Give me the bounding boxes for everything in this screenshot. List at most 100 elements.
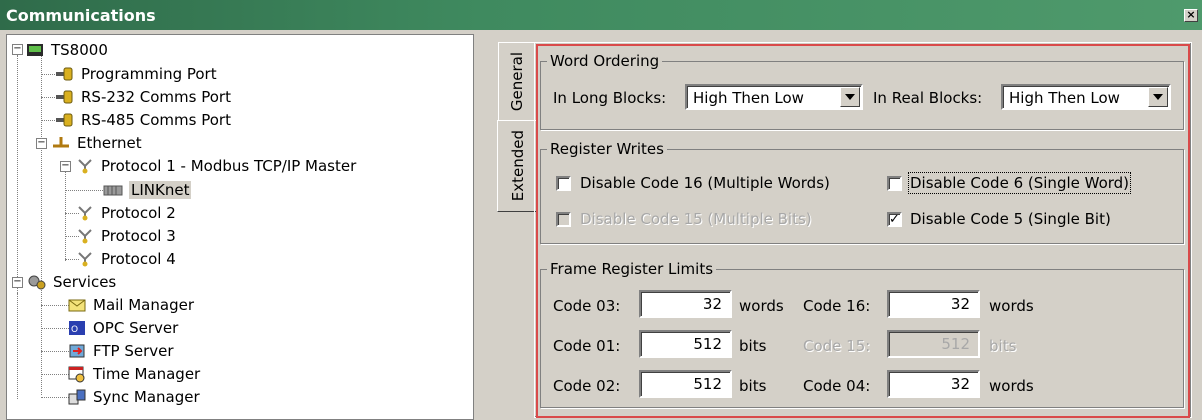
code01-unit: bits xyxy=(739,337,767,355)
tree-line xyxy=(65,190,105,191)
gears-icon xyxy=(27,273,47,291)
tab-label: Extended xyxy=(508,130,527,202)
tree-item-protocol-4[interactable]: Protocol 4 xyxy=(75,248,176,270)
code04-unit: words xyxy=(989,377,1034,395)
code15-unit: bits xyxy=(989,337,1017,355)
long-blocks-label: In Long Blocks: xyxy=(553,89,667,107)
tree-item-opc-server[interactable]: O OPC Server xyxy=(67,317,178,339)
tree-item-protocol-3[interactable]: Protocol 3 xyxy=(75,225,176,247)
disable-code5-checkbox[interactable]: ✓ xyxy=(887,212,902,227)
tree-label: Ethernet xyxy=(77,134,142,152)
disable-code16-label[interactable]: Disable Code 16 (Multiple Words) xyxy=(580,174,830,192)
tree-label: Sync Manager xyxy=(93,388,200,406)
tree-item-sync-manager[interactable]: Sync Manager xyxy=(67,386,200,408)
register-writes-group: Register Writes xyxy=(540,140,1184,244)
tree-label: RS-232 Comms Port xyxy=(81,88,231,106)
tree-label: Mail Manager xyxy=(93,296,194,314)
tree-item-rs232[interactable]: RS-232 Comms Port xyxy=(55,86,231,108)
tree-label: Time Manager xyxy=(93,365,201,383)
code02-input[interactable]: 512 xyxy=(639,370,732,398)
tree-line xyxy=(41,374,69,375)
code16-label: Code 16: xyxy=(803,297,871,315)
code04-label: Code 04: xyxy=(803,377,871,395)
tree-line xyxy=(41,397,69,398)
disable-code5-label[interactable]: Disable Code 5 (Single Bit) xyxy=(910,210,1111,228)
real-blocks-select[interactable]: High Then Low xyxy=(1001,84,1171,110)
expander-root[interactable]: − xyxy=(12,44,23,55)
tree-item-programming-port[interactable]: Programming Port xyxy=(55,63,217,85)
tree-item-linknet[interactable]: LINKnet xyxy=(103,179,192,201)
tree-label: LINKnet xyxy=(129,181,192,199)
tree-item-ts8000[interactable]: TS8000 xyxy=(25,39,108,61)
protocol-icon xyxy=(75,250,95,268)
tree-label: Protocol 2 xyxy=(101,204,176,222)
chevron-down-icon[interactable] xyxy=(1148,87,1168,107)
tree-label: RS-485 Comms Port xyxy=(81,111,231,129)
protocol-icon xyxy=(75,204,95,222)
disable-code6-label[interactable]: Disable Code 6 (Single Word) xyxy=(907,172,1132,194)
tree-label: TS8000 xyxy=(51,41,108,59)
tree-item-ftp-server[interactable]: FTP Server xyxy=(67,340,174,362)
tree-label: Programming Port xyxy=(81,65,217,83)
tree-line xyxy=(41,351,69,352)
port-icon xyxy=(55,111,75,129)
code15-label: Code 15: xyxy=(803,337,871,355)
code16-input[interactable]: 32 xyxy=(887,290,980,318)
tree-label: Protocol 1 - Modbus TCP/IP Master xyxy=(101,157,357,175)
sync-icon xyxy=(67,388,87,406)
ftp-server-icon xyxy=(67,342,87,360)
port-icon xyxy=(55,88,75,106)
tree-label: OPC Server xyxy=(93,319,179,337)
code03-input[interactable]: 32 xyxy=(639,290,732,318)
long-blocks-select[interactable]: High Then Low xyxy=(685,84,863,110)
real-blocks-label: In Real Blocks: xyxy=(873,89,983,107)
code16-unit: words xyxy=(989,297,1034,315)
tree-item-ethernet[interactable]: Ethernet xyxy=(51,132,142,154)
code01-label: Code 01: xyxy=(553,337,621,355)
disable-code16-checkbox[interactable] xyxy=(556,176,571,191)
tree-item-time-manager[interactable]: Time Manager xyxy=(67,363,200,385)
tab-label: General xyxy=(507,52,526,112)
protocol-icon xyxy=(75,157,95,175)
block-icon xyxy=(103,181,123,199)
code15-input: 512 xyxy=(887,330,980,358)
tree-label: Protocol 4 xyxy=(101,250,176,268)
expander-services[interactable]: − xyxy=(12,277,23,288)
expander-ethernet[interactable]: − xyxy=(36,138,47,149)
tree-line xyxy=(41,328,69,329)
network-icon xyxy=(51,134,71,152)
select-value: High Then Low xyxy=(1009,89,1120,107)
opc-server-icon: O xyxy=(67,319,87,337)
device-tree[interactable]: − TS8000 Programming Port RS-232 Comms P… xyxy=(6,34,474,420)
tab-general[interactable]: General xyxy=(498,42,534,122)
svg-text:O: O xyxy=(71,325,78,335)
port-icon xyxy=(55,65,75,83)
group-legend: Register Writes xyxy=(550,140,664,158)
tree-item-mail-manager[interactable]: Mail Manager xyxy=(67,294,194,316)
tree-line xyxy=(41,305,69,306)
chevron-down-icon[interactable] xyxy=(840,87,860,107)
code03-label: Code 03: xyxy=(553,297,621,315)
close-button[interactable]: × xyxy=(1184,9,1198,22)
tree-line xyxy=(17,293,18,399)
code01-input[interactable]: 512 xyxy=(639,330,732,358)
group-legend: Frame Register Limits xyxy=(550,260,714,278)
disable-code15-checkbox xyxy=(556,212,571,227)
expander-protocol1[interactable]: − xyxy=(60,161,71,172)
tree-item-protocol-2[interactable]: Protocol 2 xyxy=(75,202,176,224)
tree-label: FTP Server xyxy=(93,342,174,360)
tree-item-rs485[interactable]: RS-485 Comms Port xyxy=(55,109,231,131)
tree-item-services[interactable]: Services xyxy=(27,271,116,293)
window-title-bar: Communications × xyxy=(0,0,1202,30)
calendar-clock-icon xyxy=(67,365,87,383)
device-icon xyxy=(25,41,45,59)
code04-input[interactable]: 32 xyxy=(887,370,980,398)
disable-code6-checkbox[interactable] xyxy=(887,176,902,191)
select-value: High Then Low xyxy=(693,89,804,107)
tree-item-protocol-1[interactable]: Protocol 1 - Modbus TCP/IP Master xyxy=(75,155,356,177)
tree-label: Services xyxy=(53,273,117,291)
mail-icon xyxy=(67,296,87,314)
code02-unit: bits xyxy=(739,377,767,395)
tab-extended[interactable]: Extended xyxy=(497,120,537,212)
tree-line xyxy=(17,55,18,293)
